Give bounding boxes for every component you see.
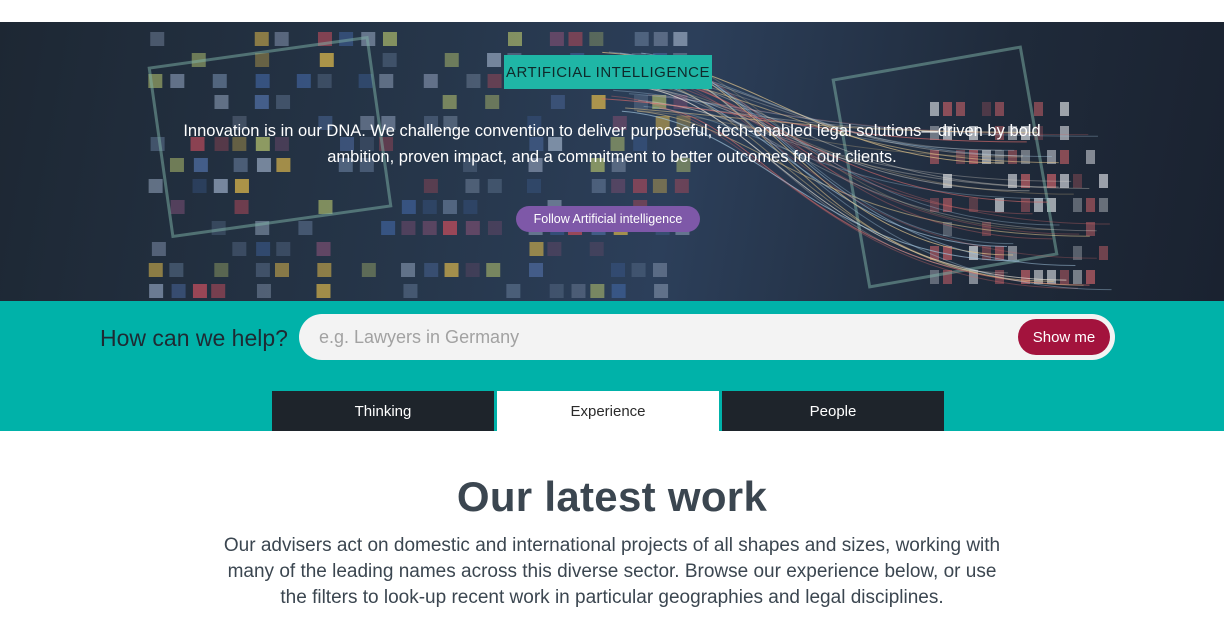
hero-description: Innovation is in our DNA. We challenge c…: [183, 122, 1041, 166]
search-input[interactable]: [319, 314, 999, 360]
tab-people[interactable]: People: [722, 391, 944, 431]
search-label: How can we help?: [100, 325, 288, 351]
search-band: How can we help? Show me Thinking Experi…: [0, 301, 1224, 431]
topic-tag: ARTIFICIAL INTELLIGENCE: [504, 55, 712, 89]
show-me-button[interactable]: Show me: [1018, 319, 1110, 355]
section-description: Our advisers act on domestic and interna…: [223, 535, 1001, 608]
top-strip: [0, 0, 1224, 22]
hero-banner: ARTIFICIAL INTELLIGENCE Innovation is in…: [0, 22, 1224, 301]
search-box: Show me: [299, 314, 1115, 360]
tab-experience[interactable]: Experience: [497, 391, 719, 431]
tab-thinking[interactable]: Thinking: [272, 391, 494, 431]
follow-topic-button[interactable]: Follow Artificial intelligence: [516, 206, 700, 232]
content-tabs: Thinking Experience People: [272, 391, 944, 431]
section-title: Our latest work: [456, 473, 768, 520]
latest-work-section: Our latest work Our advisers act on dome…: [0, 431, 1224, 642]
